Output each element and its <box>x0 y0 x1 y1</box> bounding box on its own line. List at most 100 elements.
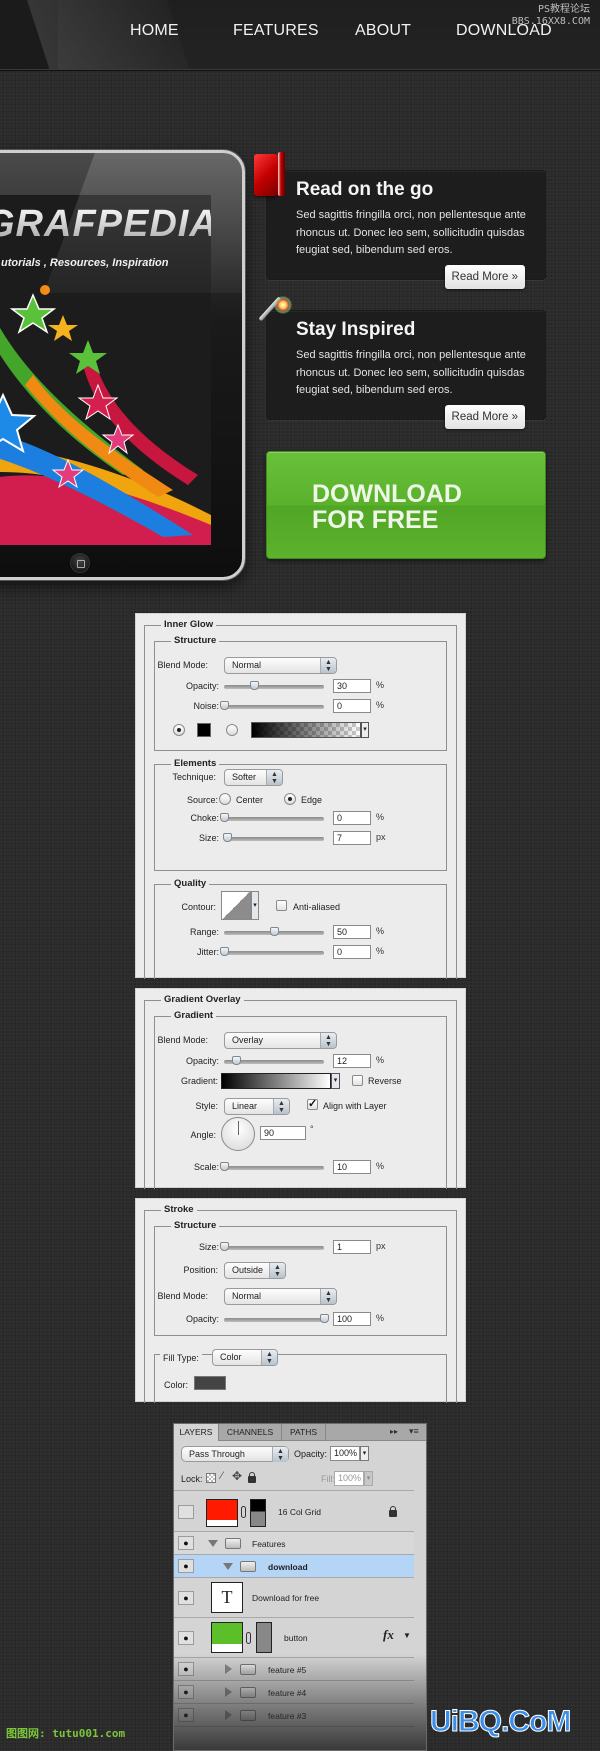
noise-input[interactable]: 0 <box>333 699 371 713</box>
nav-features[interactable]: FEATURES <box>233 22 319 40</box>
layer-row-16-col-grid[interactable]: 16 Col Grid <box>174 1490 414 1532</box>
collapsed-arrow-icon[interactable] <box>225 1664 232 1674</box>
feature-card-inspired: Stay Inspired Sed sagittis fringilla orc… <box>266 310 546 429</box>
range-input[interactable]: 50 <box>333 925 371 939</box>
expand-arrow-icon[interactable] <box>223 1563 233 1570</box>
opacity-input[interactable]: 12 <box>333 1054 371 1068</box>
nav-home[interactable]: HOME <box>130 22 179 40</box>
download-for-free-button[interactable]: DOWNLOAD FOR FREE <box>266 451 546 559</box>
lock-all-icon[interactable] <box>248 1472 256 1483</box>
gradient-dropdown-icon[interactable]: ▾ <box>331 1073 340 1089</box>
layer-blend-mode-select[interactable]: Pass Through ▲ ▼ <box>181 1446 289 1462</box>
layer-row-feature-4[interactable]: ● feature #4 <box>174 1681 414 1704</box>
glow-color-swatch[interactable] <box>197 723 211 737</box>
scale-slider[interactable] <box>220 1162 324 1171</box>
layer-row-text[interactable]: ● T Download for free <box>174 1578 414 1618</box>
slider-thumb[interactable] <box>250 681 259 690</box>
layer-effects-fx-icon[interactable]: fx <box>383 1627 394 1643</box>
eye-icon[interactable]: ● <box>178 1559 194 1573</box>
eye-icon[interactable]: ● <box>178 1662 194 1676</box>
technique-select[interactable]: Softer ▲ ▼ <box>224 769 283 786</box>
position-select[interactable]: Outside ▲ ▼ <box>224 1262 286 1279</box>
read-more-button[interactable]: Read More » <box>444 265 525 289</box>
collapsed-arrow-icon[interactable] <box>225 1710 232 1720</box>
read-more-button[interactable]: Read More » <box>444 405 525 429</box>
opacity-slider[interactable] <box>224 1314 329 1323</box>
lock-position-move-icon[interactable]: ✥ <box>232 1469 242 1483</box>
choke-slider[interactable] <box>220 813 324 822</box>
glow-gradient-picker[interactable] <box>251 722 361 738</box>
layer-row-button[interactable]: ● button fx ▼ <box>174 1618 414 1658</box>
layer-row-features[interactable]: ● Features <box>174 1532 414 1555</box>
fill-input[interactable]: 100% <box>334 1471 364 1486</box>
anti-aliased-checkbox[interactable] <box>276 900 287 911</box>
eye-icon[interactable]: ● <box>178 1591 194 1605</box>
blend-mode-select[interactable]: Overlay ▲ ▼ <box>224 1032 337 1049</box>
lock-transparency-icon[interactable] <box>206 1473 216 1483</box>
layer-row-download-selected[interactable]: ● download <box>174 1555 414 1578</box>
angle-input[interactable]: 90 <box>260 1126 306 1140</box>
stroke-color-swatch[interactable] <box>194 1376 226 1390</box>
size-input[interactable]: 7 <box>333 831 371 845</box>
contour-picker[interactable] <box>221 891 251 920</box>
eye-icon[interactable]: ● <box>178 1708 194 1722</box>
source-edge-radio[interactable] <box>284 793 296 805</box>
panel-menu-icon[interactable]: ▾≡ <box>409 1426 419 1437</box>
slider-thumb[interactable] <box>220 947 229 956</box>
slider-thumb[interactable] <box>220 813 229 822</box>
jitter-slider[interactable] <box>220 947 324 956</box>
layer-opacity-input[interactable]: 100% <box>330 1446 360 1461</box>
layer-row-feature-3[interactable]: ● feature #3 <box>174 1704 414 1727</box>
noise-slider[interactable] <box>220 701 324 710</box>
slider-thumb[interactable] <box>232 1056 241 1065</box>
align-with-layer-checkbox[interactable]: ✓ <box>307 1099 318 1110</box>
angle-dial[interactable] <box>221 1117 255 1151</box>
collapsed-arrow-icon[interactable] <box>225 1687 232 1697</box>
slider-thumb[interactable] <box>223 833 232 842</box>
source-center-radio[interactable] <box>219 793 231 805</box>
opacity-slider[interactable] <box>224 1056 324 1065</box>
reverse-checkbox[interactable] <box>352 1075 363 1086</box>
scale-input[interactable]: 10 <box>333 1160 371 1174</box>
tab-paths[interactable]: PATHS <box>282 1424 326 1441</box>
gradient-dropdown-icon[interactable]: ▾ <box>361 722 369 738</box>
slider-thumb[interactable] <box>220 701 229 710</box>
opacity-input[interactable]: 30 <box>333 679 371 693</box>
opacity-input[interactable]: 100 <box>333 1312 371 1326</box>
opacity-dropdown-icon[interactable]: ▾ <box>360 1446 369 1461</box>
slider-thumb[interactable] <box>270 927 279 936</box>
range-slider[interactable] <box>224 927 324 936</box>
tab-channels[interactable]: CHANNELS <box>219 1424 282 1441</box>
fill-dropdown-icon[interactable]: ▾ <box>364 1471 373 1486</box>
eye-icon[interactable]: ● <box>178 1685 194 1699</box>
eye-icon[interactable]: ● <box>178 1631 194 1645</box>
opacity-slider[interactable] <box>224 681 324 690</box>
gradient-radio[interactable] <box>226 724 238 736</box>
layer-row-feature-5[interactable]: ● feature #5 <box>174 1658 414 1681</box>
contour-dropdown-icon[interactable]: ▾ <box>251 891 259 920</box>
fill-type-select[interactable]: Color ▲ ▼ <box>212 1349 278 1366</box>
slider-thumb[interactable] <box>220 1242 229 1251</box>
size-input[interactable]: 1 <box>333 1240 371 1254</box>
choke-input[interactable]: 0 <box>333 811 371 825</box>
size-slider[interactable] <box>220 1242 324 1251</box>
blend-mode-select[interactable]: Normal ▲ ▼ <box>224 1288 337 1305</box>
jitter-input[interactable]: 0 <box>333 945 371 959</box>
style-select[interactable]: Linear ▲ ▼ <box>224 1098 290 1115</box>
visibility-toggle-empty[interactable] <box>178 1505 194 1519</box>
lock-pixels-brush-icon[interactable]: ⁄ <box>221 1470 223 1482</box>
slider-thumb[interactable] <box>320 1314 329 1323</box>
collapse-panel-icon[interactable]: ▸▸ <box>390 1427 398 1436</box>
blend-mode-select[interactable]: Normal ▲ ▼ <box>224 657 337 674</box>
tab-layers[interactable]: LAYERS <box>174 1424 219 1441</box>
slider-thumb[interactable] <box>220 1162 229 1171</box>
effects-expand-arrow-icon[interactable]: ▼ <box>403 1631 411 1640</box>
expand-arrow-icon[interactable] <box>208 1540 218 1547</box>
color-radio[interactable] <box>173 724 185 736</box>
layer-thumbnail <box>206 1499 238 1527</box>
lock-label: Lock: <box>181 1474 203 1484</box>
nav-about[interactable]: ABOUT <box>355 22 411 40</box>
gradient-picker[interactable] <box>221 1073 331 1089</box>
size-slider[interactable] <box>223 833 324 842</box>
eye-icon[interactable]: ● <box>178 1536 194 1550</box>
